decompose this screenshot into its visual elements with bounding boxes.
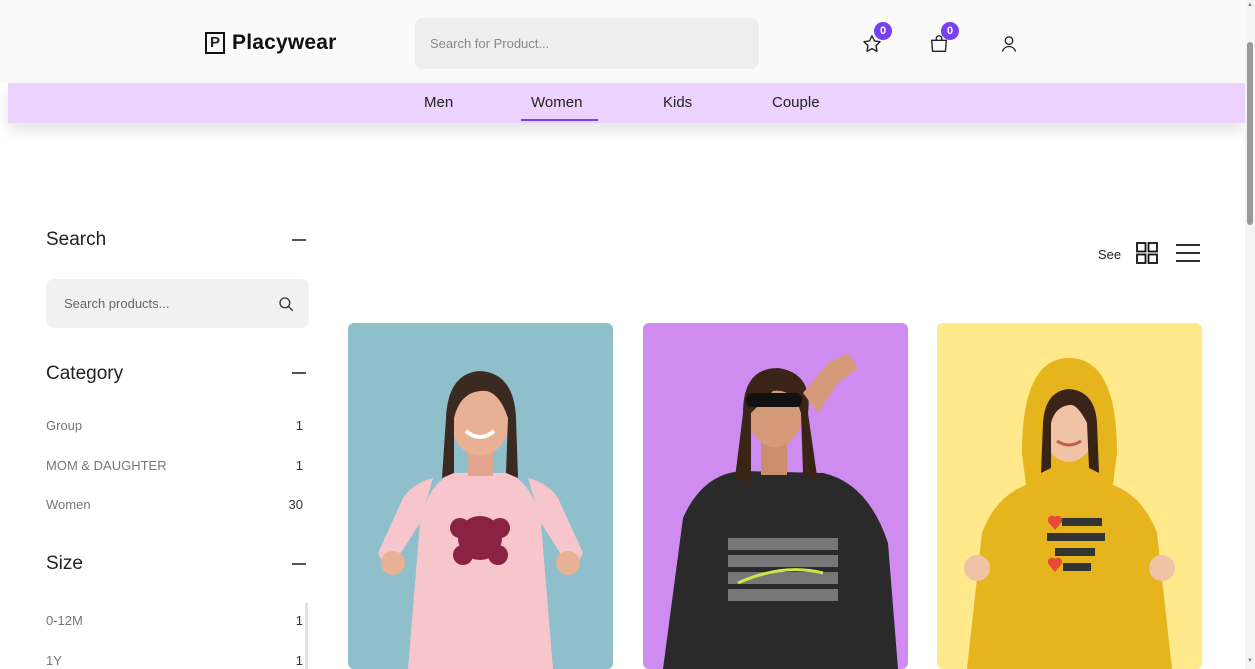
page-scrollbar-thumb[interactable] <box>1247 42 1253 225</box>
filter-count: 1 <box>295 458 303 473</box>
scroll-down-arrow[interactable]: ▼ <box>1247 658 1253 664</box>
size-item-0-12m[interactable]: 0-12M 1 <box>46 613 303 628</box>
size-list-scrollbar[interactable] <box>305 603 308 669</box>
search-collapse-toggle[interactable] <box>292 239 306 241</box>
user-icon <box>1001 36 1017 52</box>
filter-count: 1 <box>295 418 303 433</box>
product-card[interactable] <box>348 323 613 669</box>
category-nav <box>8 83 1245 123</box>
filter-label: Group <box>46 418 83 433</box>
nav-item-women[interactable]: Women <box>531 94 582 111</box>
product-search-input[interactable] <box>415 18 759 69</box>
grid-view-button[interactable] <box>1135 241 1159 270</box>
scroll-up-arrow[interactable]: ▲ <box>1247 2 1253 8</box>
category-item-women[interactable]: Women 30 <box>46 497 303 512</box>
account-button[interactable] <box>997 32 1021 56</box>
size-collapse-toggle[interactable] <box>292 563 306 565</box>
filter-label: MOM & DAUGHTER <box>46 458 167 473</box>
nav-active-indicator <box>521 119 598 121</box>
category-collapse-toggle[interactable] <box>292 372 306 374</box>
filter-label: 0-12M <box>46 613 83 628</box>
wishlist-button[interactable]: 0 <box>860 22 892 56</box>
cart-count-badge: 0 <box>941 22 959 40</box>
category-filter-heading: Category <box>46 363 124 384</box>
filter-label: Women <box>46 497 91 512</box>
filter-count: 30 <box>288 497 303 512</box>
size-filter-heading: Size <box>46 553 83 574</box>
product-image <box>937 323 1202 669</box>
nav-item-couple[interactable]: Couple <box>772 94 820 111</box>
logo-mark: P <box>205 32 225 54</box>
filter-label: 1Y <box>46 653 62 668</box>
size-item-1y[interactable]: 1Y 1 <box>46 653 303 668</box>
product-card[interactable] <box>937 323 1202 669</box>
header-bar: P Placywear 0 0 <box>0 0 1245 83</box>
filter-count: 1 <box>295 613 303 628</box>
nav-item-kids[interactable]: Kids <box>663 94 692 111</box>
filter-count: 1 <box>295 653 303 668</box>
view-mode-label: See <box>1098 247 1122 262</box>
list-view-button[interactable] <box>1175 241 1201 270</box>
search-filter-heading: Search <box>46 229 107 250</box>
sidebar-search-input[interactable] <box>62 295 277 312</box>
sidebar-search-box <box>46 279 309 328</box>
nav-item-men[interactable]: Men <box>424 94 453 111</box>
logo[interactable]: P Placywear <box>205 31 337 55</box>
product-card[interactable] <box>643 323 908 669</box>
cart-button[interactable]: 0 <box>927 22 959 56</box>
product-image <box>348 323 613 669</box>
wishlist-count-badge: 0 <box>874 22 892 40</box>
search-icon[interactable] <box>277 295 295 313</box>
category-item-mom-daughter[interactable]: MOM & DAUGHTER 1 <box>46 458 303 473</box>
category-item-group[interactable]: Group 1 <box>46 418 303 433</box>
grid-icon <box>1136 242 1158 264</box>
logo-text: Placywear <box>232 31 337 54</box>
product-image <box>643 323 908 669</box>
list-icon <box>1176 244 1200 262</box>
page-scrollbar[interactable]: ▲ ▼ <box>1245 0 1255 669</box>
love-print <box>450 516 510 565</box>
